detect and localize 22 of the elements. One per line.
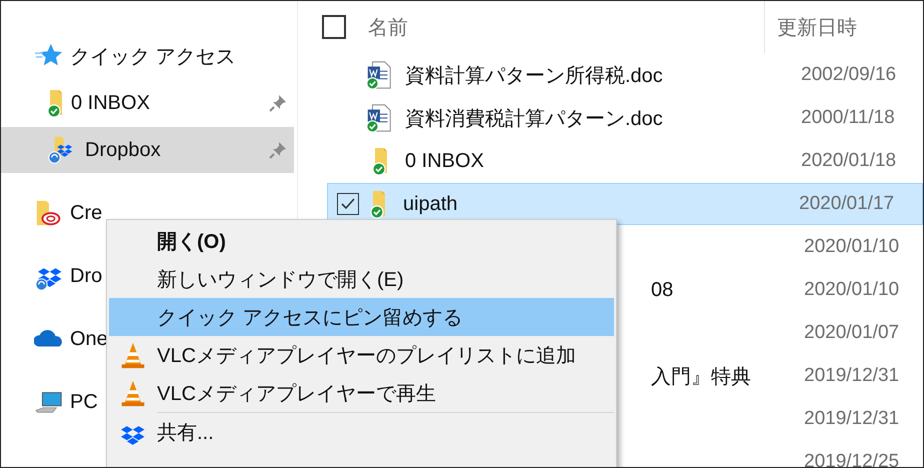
modified-date: 2020/01/10 bbox=[804, 236, 900, 258]
nav-label: Dro bbox=[70, 264, 102, 288]
file-name: 資料計算パターン所得税.doc bbox=[405, 64, 664, 88]
modified-date: 2019/12/31 bbox=[804, 408, 900, 430]
file-name: 0 INBOX bbox=[405, 150, 485, 172]
modified-date: 2020/01/17 bbox=[799, 193, 894, 215]
nav-label: Dropbox bbox=[85, 138, 161, 162]
modified-date: 2020/01/10 bbox=[804, 279, 900, 301]
modified-date: 2000/11/18 bbox=[801, 107, 895, 129]
nav-label: One bbox=[70, 328, 108, 350]
modified-date: 2019/12/25 bbox=[804, 451, 900, 467]
file-name: 資料消費税計算パターン.doc bbox=[405, 106, 664, 132]
nav-label: Cre bbox=[70, 202, 102, 224]
modified-date: 2020/01/18 bbox=[801, 150, 896, 172]
file-name: 08 bbox=[651, 278, 674, 302]
nav-label: クイック アクセス bbox=[70, 44, 236, 70]
nav-label: 0 INBOX bbox=[71, 92, 150, 114]
modified-date: 2019/12/31 bbox=[804, 365, 900, 387]
file-name: uipath bbox=[403, 192, 458, 216]
nav-label: PC bbox=[70, 390, 98, 414]
file-name: 入門』特典 bbox=[651, 364, 752, 390]
modified-date: 2002/09/16 bbox=[801, 64, 896, 86]
